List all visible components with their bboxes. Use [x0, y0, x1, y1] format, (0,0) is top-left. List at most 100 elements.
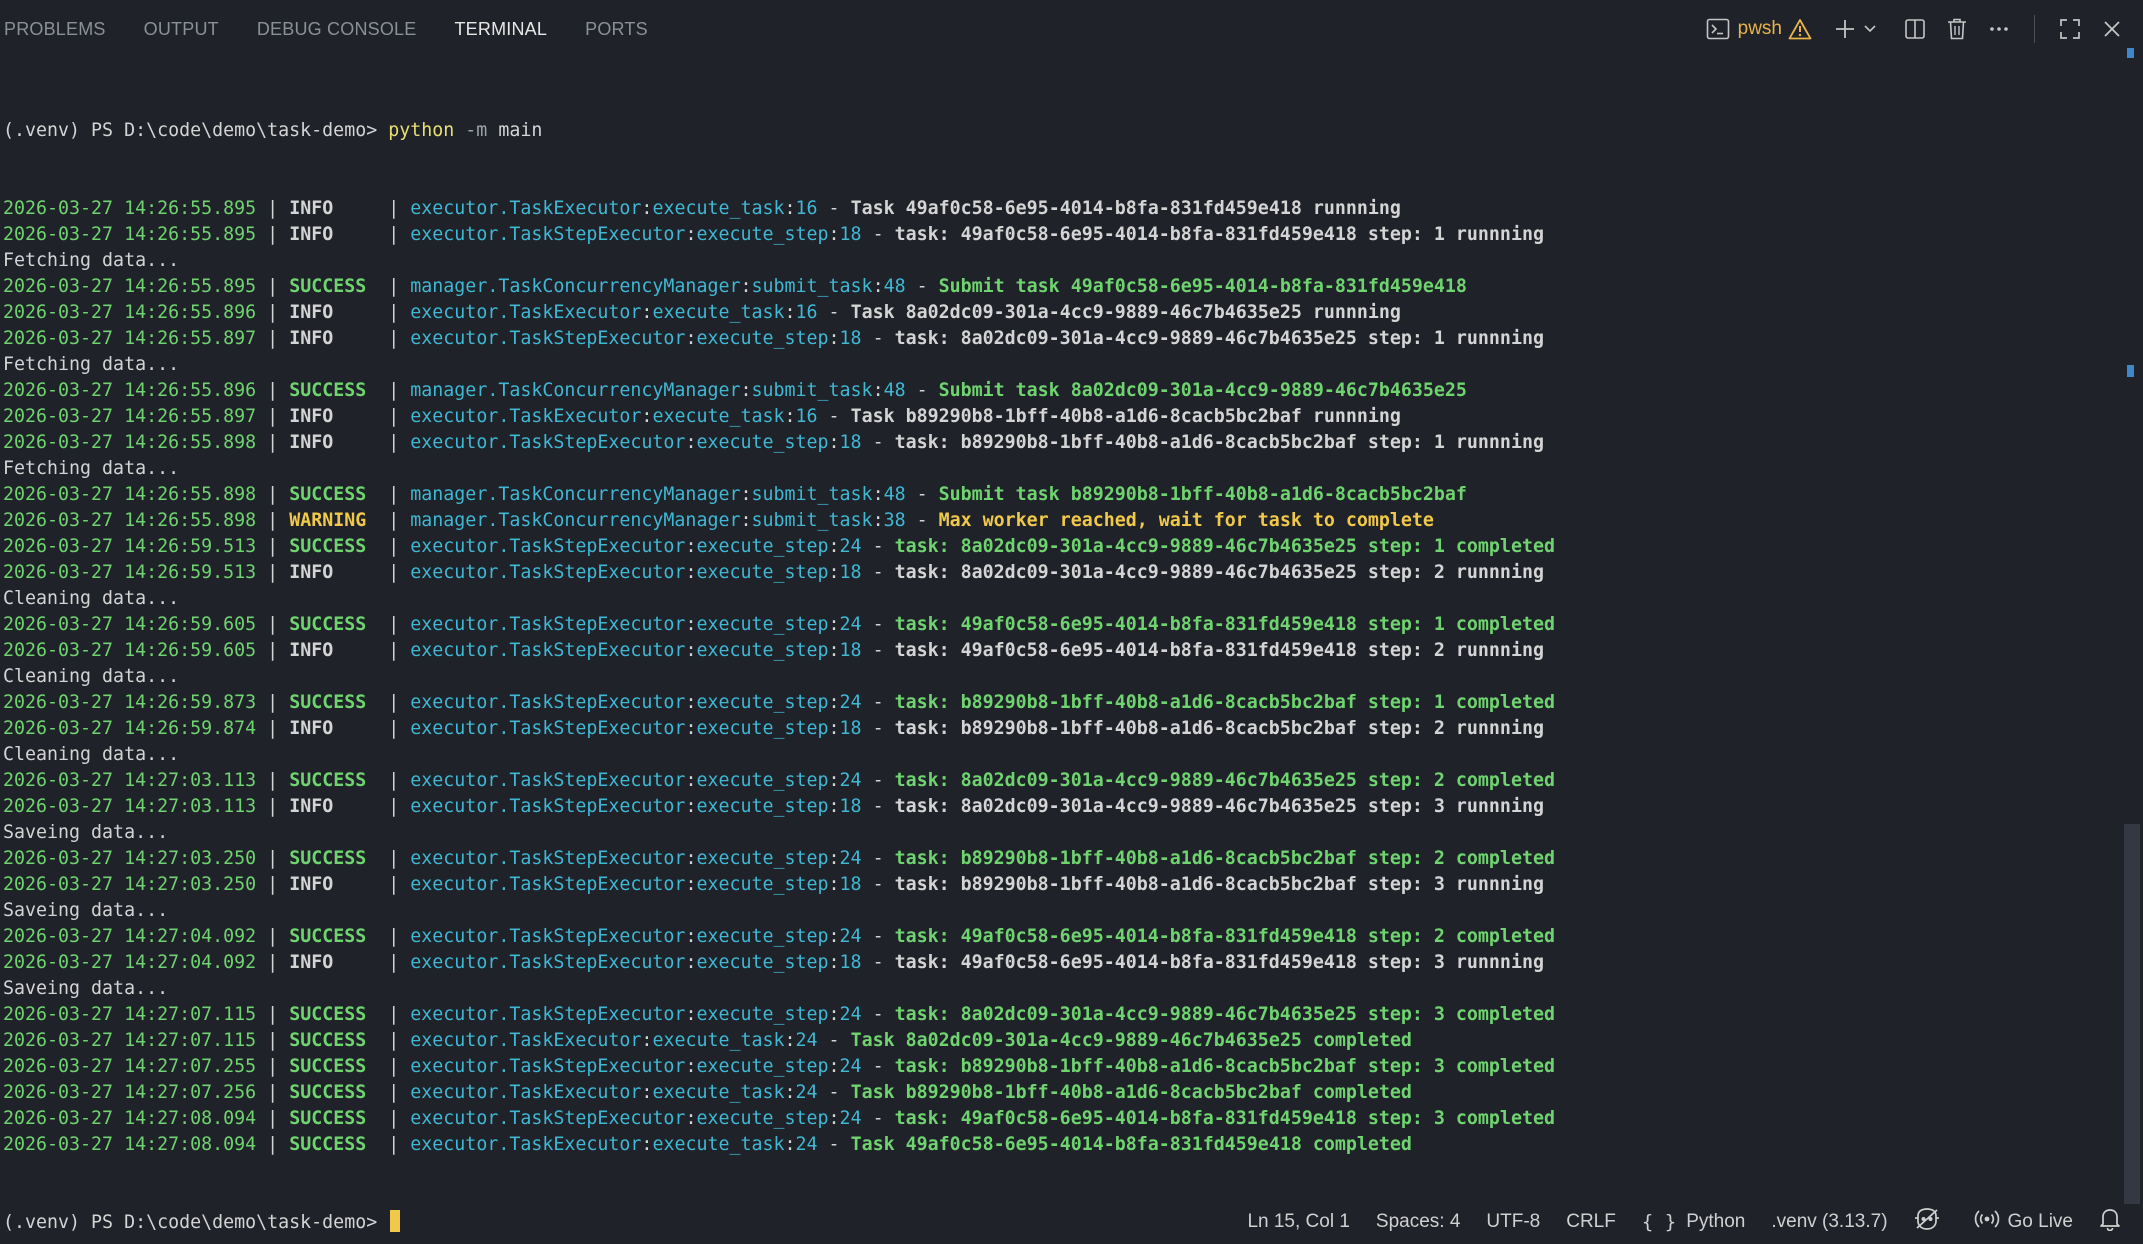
log-line: 2026-03-27 14:27:07.115 | SUCCESS | exec… [3, 1028, 2113, 1054]
log-separator: : [685, 562, 697, 583]
log-line-number: 16 [795, 198, 818, 219]
log-module: executor.TaskStepExecutor [410, 770, 686, 791]
log-line: 2026-03-27 14:27:03.250 | INFO | executo… [3, 872, 2113, 898]
cursor-position[interactable]: Ln 15, Col 1 [1247, 1211, 1349, 1233]
output-text: Fetching data... [3, 458, 180, 479]
copilot-button[interactable] [1914, 1207, 1948, 1237]
tab-debug-console[interactable]: DEBUG CONSOLE [257, 0, 417, 58]
log-separator: : [828, 848, 840, 869]
log-line: 2026-03-27 14:26:55.898 | WARNING | mana… [3, 508, 2113, 534]
log-timestamp: 2026-03-27 14:26:59.513 [3, 536, 257, 557]
log-level: SUCCESS [289, 1082, 378, 1103]
log-line: 2026-03-27 14:26:55.896 | INFO | executo… [3, 300, 2113, 326]
split-terminal-button[interactable] [1894, 9, 1936, 49]
log-message: Task 8a02dc09-301a-4cc9-9889-46c7b4635e2… [850, 1030, 1412, 1051]
log-module: executor.TaskStepExecutor [410, 328, 686, 349]
indentation[interactable]: Spaces: 4 [1376, 1211, 1461, 1233]
log-level: SUCCESS [289, 1004, 378, 1025]
command-flag: -m [465, 120, 488, 141]
tab-ports[interactable]: PORTS [585, 0, 648, 58]
output-line: Cleaning data... [3, 742, 2113, 768]
log-separator: : [828, 562, 840, 583]
log-line-number: 24 [839, 692, 862, 713]
terminal-scrollbar[interactable] [2121, 48, 2143, 1204]
language-mode[interactable]: { } Python [1642, 1211, 1745, 1233]
log-level: INFO [289, 640, 378, 661]
more-actions-button[interactable] [1978, 9, 2020, 49]
encoding[interactable]: UTF-8 [1486, 1211, 1540, 1233]
log-separator: : [828, 1108, 840, 1129]
python-interpreter[interactable]: .venv (3.13.7) [1771, 1211, 1887, 1233]
log-timestamp: 2026-03-27 14:26:55.895 [3, 224, 257, 245]
log-separator: - [861, 770, 895, 791]
output-line: Cleaning data... [3, 586, 2113, 612]
terminal-output[interactable]: (.venv) PS D:\code\demo\task-demo> pytho… [3, 66, 2113, 1233]
log-module: manager.TaskConcurrencyManager [410, 276, 741, 297]
log-message: task: 8a02dc09-301a-4cc9-9889-46c7b4635e… [894, 1004, 1555, 1025]
log-function: execute_step [696, 562, 829, 583]
line-ending[interactable]: CRLF [1566, 1211, 1616, 1233]
log-module: executor.TaskExecutor [410, 1082, 642, 1103]
log-separator: : [685, 432, 697, 453]
output-text: Fetching data... [3, 354, 180, 375]
log-separator: | [377, 484, 411, 505]
log-separator: | [377, 198, 411, 219]
copilot-icon [1914, 1207, 1948, 1237]
log-module: executor.TaskExecutor [410, 198, 642, 219]
maximize-panel-button[interactable] [2049, 9, 2091, 49]
log-level: SUCCESS [289, 770, 378, 791]
output-text: Saveing data... [3, 900, 169, 921]
log-function: execute_step [696, 432, 829, 453]
tab-problems[interactable]: PROBLEMS [4, 0, 106, 58]
kill-terminal-button[interactable] [1936, 9, 1978, 49]
close-panel-button[interactable] [2091, 9, 2133, 49]
tab-terminal[interactable]: TERMINAL [454, 0, 547, 58]
log-separator: - [861, 848, 895, 869]
log-module: executor.TaskExecutor [410, 1134, 642, 1155]
log-timestamp: 2026-03-27 14:27:08.094 [3, 1108, 257, 1129]
launch-profile-button[interactable] [1860, 9, 1880, 49]
log-separator: : [685, 926, 697, 947]
new-terminal-button[interactable] [1830, 9, 1860, 49]
terminal-icon [1706, 18, 1730, 40]
log-level: SUCCESS [289, 614, 378, 635]
log-separator: | [256, 198, 290, 219]
log-separator: | [377, 770, 411, 791]
go-live-label: Go Live [2007, 1211, 2073, 1232]
log-line-number: 18 [839, 562, 862, 583]
bell-icon [2099, 1207, 2129, 1237]
command: python [388, 120, 455, 141]
tab-output[interactable]: OUTPUT [144, 0, 219, 58]
go-live-button[interactable]: Go Live [1974, 1208, 2073, 1236]
log-separator: | [377, 406, 411, 427]
scroll-marker [2127, 365, 2134, 377]
log-level: SUCCESS [289, 276, 378, 297]
log-separator: | [377, 328, 411, 349]
log-separator: : [828, 692, 840, 713]
log-separator: - [861, 1004, 895, 1025]
log-separator: : [828, 640, 840, 661]
log-level: SUCCESS [289, 1134, 378, 1155]
log-separator: | [256, 302, 290, 323]
terminal-selector[interactable]: pwsh [1706, 9, 1812, 49]
log-separator: - [905, 510, 939, 531]
log-function: execute_step [696, 926, 829, 947]
log-separator: - [817, 406, 851, 427]
log-module: executor.TaskStepExecutor [410, 796, 686, 817]
prompt: (.venv) PS D:\code\demo\task-demo> [3, 120, 389, 141]
log-separator: : [872, 380, 884, 401]
log-level: INFO [289, 198, 378, 219]
log-separator: | [377, 952, 411, 973]
log-separator: : [828, 224, 840, 245]
log-line: 2026-03-27 14:26:59.873 | SUCCESS | exec… [3, 690, 2113, 716]
log-separator: | [377, 224, 411, 245]
log-line-number: 24 [839, 926, 862, 947]
scroll-thumb[interactable] [2124, 824, 2140, 1204]
log-separator: | [377, 692, 411, 713]
notifications-button[interactable] [2099, 1207, 2129, 1237]
output-line: Fetching data... [3, 248, 2113, 274]
log-function: execute_step [696, 874, 829, 895]
log-module: executor.TaskStepExecutor [410, 224, 686, 245]
log-module: executor.TaskStepExecutor [410, 562, 686, 583]
log-level: INFO [289, 302, 378, 323]
